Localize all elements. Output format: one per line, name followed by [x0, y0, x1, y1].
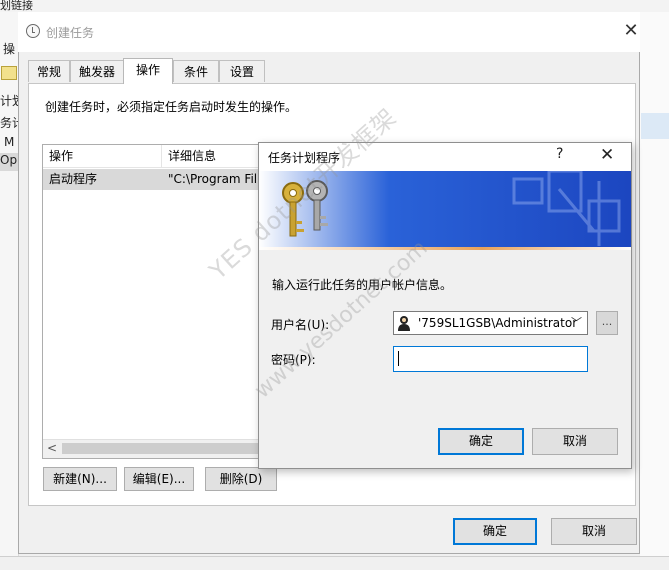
keys-banner [259, 171, 631, 248]
scrollbar-thumb[interactable] [62, 443, 262, 454]
create-task-ok-button[interactable]: 确定 [453, 518, 537, 545]
help-button[interactable]: ? [556, 146, 563, 162]
tab-actions[interactable]: 操作 [123, 58, 173, 84]
credential-close-button[interactable]: ✕ [600, 145, 614, 165]
create-task-close-button[interactable]: ✕ [622, 22, 640, 40]
background-left-text-1: 操 [3, 42, 16, 56]
new-action-button[interactable]: 新建(N)... [43, 467, 117, 491]
username-label: 用户名(U): [271, 318, 330, 332]
credential-title: 任务计划程序 [268, 151, 341, 165]
folder-icon [1, 66, 17, 80]
tab-conditions[interactable]: 条件 [173, 60, 219, 82]
user-icon [398, 316, 410, 331]
create-task-titlebar[interactable] [18, 12, 640, 52]
column-header-action[interactable]: 操作 [43, 145, 162, 167]
scroll-left-icon[interactable]: < [45, 440, 59, 456]
password-label: 密码(P): [271, 353, 316, 367]
banner-divider [259, 247, 631, 250]
clock-icon [26, 24, 40, 38]
credential-ok-button[interactable]: 确定 [438, 428, 524, 455]
chevron-down-icon[interactable]: ﹀ [571, 312, 582, 334]
background-right-pane [640, 12, 669, 569]
browse-user-button[interactable]: ... [596, 311, 618, 335]
edit-action-button[interactable]: 编辑(E)... [124, 467, 194, 491]
row-details-cell: "C:\Program Fil [168, 172, 258, 186]
background-right-selected [641, 113, 669, 139]
delete-action-button[interactable]: 删除(D) [205, 467, 277, 491]
row-action-cell: 启动程序 [49, 172, 98, 186]
username-value: '759SL1GSB\Administrator [418, 316, 578, 330]
tab-triggers[interactable]: 触发器 [70, 60, 124, 82]
create-task-title: 创建任务 [46, 26, 95, 40]
text-caret [398, 351, 399, 366]
password-field[interactable] [393, 346, 588, 372]
credential-cancel-button[interactable]: 取消 [532, 428, 618, 455]
actions-description: 创建任务时，必须指定任务启动时发生的操作。 [45, 100, 298, 114]
background-left-text-3: 务计 [0, 116, 18, 130]
background-left-text-2: 计划 [0, 94, 18, 108]
background-status-bar [0, 556, 669, 570]
background-left-text-5: Op [0, 153, 18, 171]
tab-general[interactable]: 常规 [28, 60, 70, 82]
create-task-cancel-button[interactable]: 取消 [551, 518, 637, 545]
background-left-text-4: M [4, 135, 15, 149]
credential-prompt: 输入运行此任务的用户帐户信息。 [272, 278, 453, 292]
tab-settings[interactable]: 设置 [219, 60, 265, 82]
